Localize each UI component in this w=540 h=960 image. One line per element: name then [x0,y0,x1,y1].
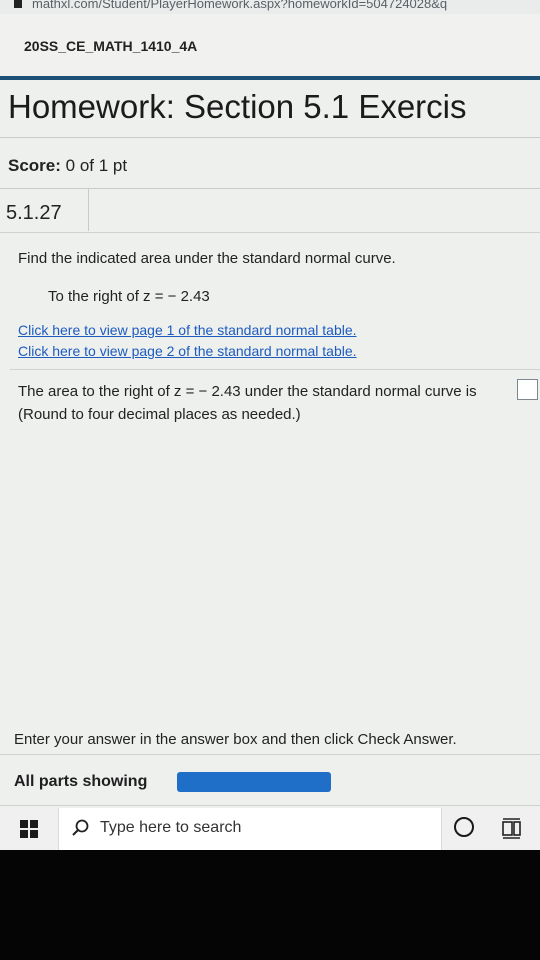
windows-start-icon [20,820,38,838]
lock-icon [14,0,22,8]
instructions-text: Enter your answer in the answer box and … [14,731,457,748]
browser-viewport: mathxl.com/Student/PlayerHomework.aspx?h… [0,0,540,850]
divider [0,232,540,233]
normal-table-page1-link[interactable]: Click here to view page 1 of the standar… [18,322,357,338]
divider [10,369,540,370]
page-title: Homework: Section 5.1 Exercis [8,88,467,125]
screen-bezel [0,850,540,960]
score-display: Score: 0 of 1 pt [8,156,127,176]
score-value: 0 of 1 pt [65,156,128,175]
score-label: Score: [8,156,61,175]
divider [0,754,540,755]
divider [0,805,540,806]
progress-bar [177,772,331,792]
search-placeholder: Type here to search [100,819,242,836]
question-number: 5.1.27 [6,202,62,224]
rounding-note: (Round to four decimal places as needed.… [18,406,301,423]
search-icon [72,819,89,836]
question-prompt: Find the indicated area under the standa… [18,250,396,267]
address-bar[interactable]: mathxl.com/Student/PlayerHomework.aspx?h… [0,0,540,14]
url-text: mathxl.com/Student/PlayerHomework.aspx?h… [32,0,448,11]
course-name: 20SS_CE_MATH_1410_4A [24,38,198,54]
windows-taskbar: Type here to search [0,808,540,850]
answer-input[interactable] [517,379,538,400]
parts-showing-label: All parts showing [14,773,148,790]
task-view-icon[interactable] [500,816,524,840]
question-condition: To the right of z = − 2.43 [48,288,210,305]
cortana-icon[interactable] [454,817,474,837]
normal-table-page2-link[interactable]: Click here to view page 2 of the standar… [18,343,357,359]
answer-statement: The area to the right of z = − 2.43 unde… [18,383,477,400]
start-button[interactable] [8,816,58,842]
divider [0,137,540,138]
